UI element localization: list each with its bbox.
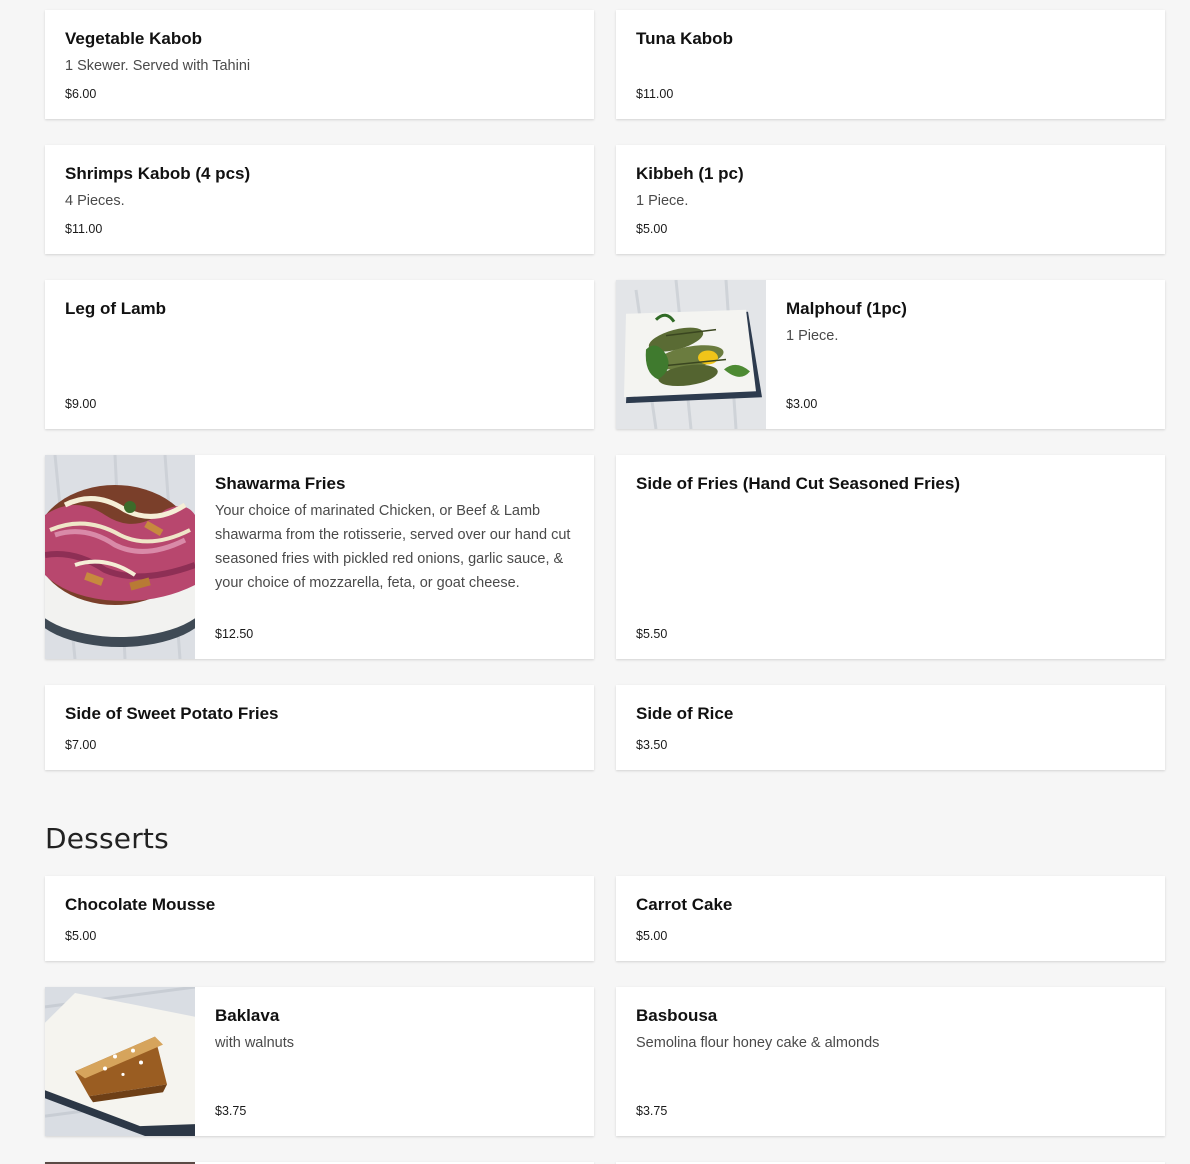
menu-item-baklava[interactable]: Baklava with walnuts $3.75 bbox=[45, 987, 594, 1136]
menu-item-side-of-rice[interactable]: Side of Rice $3.50 bbox=[616, 685, 1165, 770]
menu-item-price: $5.00 bbox=[65, 929, 97, 943]
menu-item-info: Side of Fries (Hand Cut Seasoned Fries) … bbox=[616, 455, 1165, 659]
menu-item-info: Carrot Cake $5.00 bbox=[616, 876, 1165, 961]
menu-item-info: Tuna Kabob $11.00 bbox=[616, 10, 1165, 119]
menu-item-description: 1 Piece. bbox=[786, 328, 839, 344]
menu-item-name: Carrot Cake bbox=[636, 895, 733, 914]
section-title-desserts: Desserts bbox=[45, 822, 169, 855]
menu-item-info: Malphouf (1pc) 1 Piece. $3.00 bbox=[766, 280, 1165, 429]
menu-item-price: $3.00 bbox=[786, 397, 818, 411]
menu-item-side-of-fries[interactable]: Side of Fries (Hand Cut Seasoned Fries) … bbox=[616, 455, 1165, 659]
menu-item-price: $7.00 bbox=[65, 738, 97, 752]
menu-item-info: Shrimps Kabob (4 pcs) 4 Pieces. $11.00 bbox=[45, 145, 594, 254]
menu-item-price: $9.00 bbox=[65, 397, 97, 411]
menu-item-chocolate-mousse[interactable]: Chocolate Mousse $5.00 bbox=[45, 876, 594, 961]
menu-item-info: Vegetable Kabob 1 Skewer. Served with Ta… bbox=[45, 10, 594, 119]
menu-item-vegetable-kabob[interactable]: Vegetable Kabob 1 Skewer. Served with Ta… bbox=[45, 10, 594, 119]
menu-item-price: $11.00 bbox=[65, 222, 103, 236]
menu-item-price: $3.75 bbox=[215, 1104, 247, 1118]
menu-item-name: Baklava bbox=[215, 1006, 280, 1025]
menu-item-shrimps-kabob[interactable]: Shrimps Kabob (4 pcs) 4 Pieces. $11.00 bbox=[45, 145, 594, 254]
menu-item-carrot-cake[interactable]: Carrot Cake $5.00 bbox=[616, 876, 1165, 961]
menu-item-basbousa[interactable]: Basbousa Semolina flour honey cake & alm… bbox=[616, 987, 1165, 1136]
menu-item-name: Side of Fries (Hand Cut Seasoned Fries) bbox=[636, 474, 961, 493]
menu-item-name: Tuna Kabob bbox=[636, 29, 733, 48]
menu-item-shawarma-fries[interactable]: Shawarma Fries Your choice of marinated … bbox=[45, 455, 594, 659]
menu-item-name: Basbousa bbox=[636, 1006, 718, 1025]
menu-item-price: $3.75 bbox=[636, 1104, 668, 1118]
menu-item-info: Kibbeh (1 pc) 1 Piece. $5.00 bbox=[616, 145, 1165, 254]
menu-item-name: Side of Rice bbox=[636, 704, 734, 723]
menu-item-name: Kibbeh (1 pc) bbox=[636, 164, 744, 183]
menu-item-info: Side of Rice $3.50 bbox=[616, 685, 1165, 770]
menu-page: Vegetable Kabob 1 Skewer. Served with Ta… bbox=[0, 0, 1190, 1164]
menu-item-name: Side of Sweet Potato Fries bbox=[65, 704, 279, 723]
menu-item-name: Shawarma Fries bbox=[215, 474, 346, 493]
menu-item-info: Side of Sweet Potato Fries $7.00 bbox=[45, 685, 594, 770]
menu-item-tuna-kabob[interactable]: Tuna Kabob $11.00 bbox=[616, 10, 1165, 119]
baklava-photo bbox=[45, 987, 195, 1136]
menu-item-price: $12.50 bbox=[215, 627, 254, 641]
shawarma-fries-photo bbox=[45, 455, 195, 659]
menu-item-price: $5.50 bbox=[636, 627, 668, 641]
malphouf-photo bbox=[616, 280, 766, 429]
menu-item-info: Basbousa Semolina flour honey cake & alm… bbox=[616, 987, 1165, 1136]
menu-item-price: $3.50 bbox=[636, 738, 668, 752]
menu-item-description: with walnuts bbox=[215, 1035, 294, 1051]
menu-item-description: Your choice of marinated Chicken, or Bee… bbox=[215, 503, 571, 591]
menu-item-name: Chocolate Mousse bbox=[65, 895, 216, 914]
menu-item-price: $6.00 bbox=[65, 87, 97, 101]
menu-item-price: $5.00 bbox=[636, 222, 668, 236]
menu-item-info: Leg of Lamb $9.00 bbox=[45, 280, 594, 429]
menu-item-name: Malphouf (1pc) bbox=[786, 299, 907, 318]
menu-item-malphouf[interactable]: Malphouf (1pc) 1 Piece. $3.00 bbox=[616, 280, 1165, 429]
menu-item-leg-of-lamb[interactable]: Leg of Lamb $9.00 bbox=[45, 280, 594, 429]
menu-item-description: Semolina flour honey cake & almonds bbox=[636, 1035, 880, 1051]
menu-item-description: 1 Skewer. Served with Tahini bbox=[65, 58, 251, 74]
menu-item-info: Chocolate Mousse $5.00 bbox=[45, 876, 594, 961]
menu-item-side-sweet-potato-fries[interactable]: Side of Sweet Potato Fries $7.00 bbox=[45, 685, 594, 770]
menu-item-kibbeh[interactable]: Kibbeh (1 pc) 1 Piece. $5.00 bbox=[616, 145, 1165, 254]
menu-item-name: Vegetable Kabob bbox=[65, 29, 202, 48]
menu-item-price: $5.00 bbox=[636, 929, 668, 943]
menu-item-info: Baklava with walnuts $3.75 bbox=[195, 987, 594, 1136]
menu-item-name: Leg of Lamb bbox=[65, 299, 167, 318]
menu-item-info: Shawarma Fries Your choice of marinated … bbox=[195, 455, 594, 659]
menu-item-name: Shrimps Kabob (4 pcs) bbox=[65, 164, 251, 183]
menu-item-price: $11.00 bbox=[636, 87, 674, 101]
menu-item-description: 1 Piece. bbox=[636, 193, 689, 209]
menu-item-description: 4 Pieces. bbox=[65, 193, 125, 209]
